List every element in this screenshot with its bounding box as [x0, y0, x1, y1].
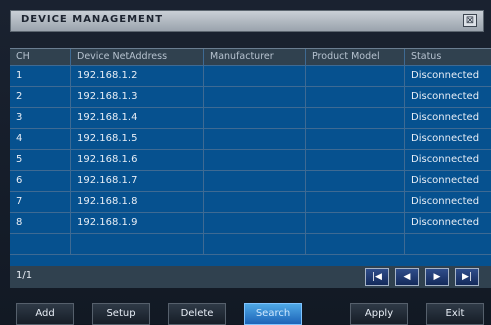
close-icon: ⊠	[465, 15, 475, 26]
cell-ch: 3	[10, 108, 71, 128]
cell-ch: 5	[10, 150, 71, 170]
first-page-icon: |◀	[372, 272, 382, 282]
cell-address: 192.168.1.2	[71, 66, 204, 86]
cell-status: Disconnected	[411, 175, 480, 186]
cell-model	[306, 171, 405, 191]
table-row[interactable]: 8 192.168.1.9 Disconnected	[10, 213, 491, 234]
cell-ch: 2	[10, 87, 71, 107]
cell-status	[405, 234, 491, 254]
cell-manufacturer	[204, 66, 306, 86]
cell-manufacturer	[204, 234, 306, 254]
prev-page-icon: ◀	[403, 272, 411, 282]
column-header-address[interactable]: Device NetAddress	[71, 49, 204, 65]
cell-manufacturer	[204, 87, 306, 107]
cell-address: 192.168.1.6	[71, 150, 204, 170]
table-row[interactable]: 2 192.168.1.3 Disconnected	[10, 87, 491, 108]
title-bar: DEVICE MANAGEMENT ⊠	[10, 10, 484, 32]
last-page-button[interactable]: ▶|	[455, 268, 479, 286]
cell-address: 192.168.1.3	[71, 87, 204, 107]
prev-page-button[interactable]: ◀	[395, 268, 419, 286]
cell-model	[306, 150, 405, 170]
cell-ch	[10, 234, 71, 254]
table-row[interactable]	[10, 234, 491, 255]
column-header-status[interactable]: Status	[405, 49, 491, 65]
cell-model	[306, 66, 405, 86]
page-indicator: 1/1	[16, 270, 33, 281]
cell-status: Disconnected	[411, 196, 480, 207]
table-row[interactable]: 6 192.168.1.7 Disconnected	[10, 171, 491, 192]
last-page-icon: ▶|	[462, 272, 472, 282]
cell-status: Disconnected	[411, 133, 480, 144]
next-page-icon: ▶	[433, 272, 441, 282]
cell-status: Disconnected	[411, 217, 480, 228]
cell-model	[306, 87, 405, 107]
cell-ch: 6	[10, 171, 71, 191]
table-header-row: CH Device NetAddress Manufacturer Produc…	[10, 49, 491, 66]
next-page-button[interactable]: ▶	[425, 268, 449, 286]
apply-button[interactable]: Apply	[350, 303, 408, 325]
cell-model	[306, 129, 405, 149]
pagination-bar: 1/1 |◀ ◀ ▶ ▶|	[10, 266, 491, 288]
column-header-manufacturer[interactable]: Manufacturer	[204, 49, 306, 65]
cell-ch: 8	[10, 213, 71, 233]
cell-manufacturer	[204, 213, 306, 233]
cell-manufacturer	[204, 150, 306, 170]
cell-status: Disconnected	[411, 112, 480, 123]
table-row[interactable]: 4 192.168.1.5 Disconnected	[10, 129, 491, 150]
cell-address: 192.168.1.9	[71, 213, 204, 233]
setup-button[interactable]: Setup	[92, 303, 150, 325]
exit-button[interactable]: Exit	[426, 303, 484, 325]
cell-model	[306, 213, 405, 233]
add-button[interactable]: Add	[16, 303, 74, 325]
close-button[interactable]: ⊠	[463, 14, 477, 27]
cell-ch: 4	[10, 129, 71, 149]
cell-model	[306, 192, 405, 212]
cell-ch: 1	[10, 66, 71, 86]
first-page-button[interactable]: |◀	[365, 268, 389, 286]
cell-manufacturer	[204, 108, 306, 128]
device-management-window: DEVICE MANAGEMENT ⊠ CH Device NetAddress…	[0, 0, 491, 325]
table-row[interactable]: 5 192.168.1.6 Disconnected	[10, 150, 491, 171]
cell-model	[306, 234, 405, 254]
cell-manufacturer	[204, 192, 306, 212]
device-table: CH Device NetAddress Manufacturer Produc…	[10, 48, 491, 267]
cell-status: Disconnected	[411, 70, 480, 81]
cell-model	[306, 108, 405, 128]
table-row[interactable]: 1 192.168.1.2 Disconnected	[10, 66, 491, 87]
delete-button[interactable]: Delete	[168, 303, 226, 325]
cell-address: 192.168.1.4	[71, 108, 204, 128]
cell-manufacturer	[204, 171, 306, 191]
cell-ch: 7	[10, 192, 71, 212]
window-title: DEVICE MANAGEMENT	[21, 14, 164, 25]
cell-manufacturer	[204, 129, 306, 149]
search-button[interactable]: Search	[244, 303, 302, 325]
table-row[interactable]: 7 192.168.1.8 Disconnected	[10, 192, 491, 213]
column-header-ch[interactable]: CH	[10, 49, 71, 65]
cell-status: Disconnected	[411, 154, 480, 165]
cell-status: Disconnected	[411, 91, 480, 102]
cell-address: 192.168.1.7	[71, 171, 204, 191]
table-row[interactable]: 3 192.168.1.4 Disconnected	[10, 108, 491, 129]
column-header-model[interactable]: Product Model	[306, 49, 405, 65]
cell-address: 192.168.1.8	[71, 192, 204, 212]
cell-address: 192.168.1.5	[71, 129, 204, 149]
cell-address	[71, 234, 204, 254]
